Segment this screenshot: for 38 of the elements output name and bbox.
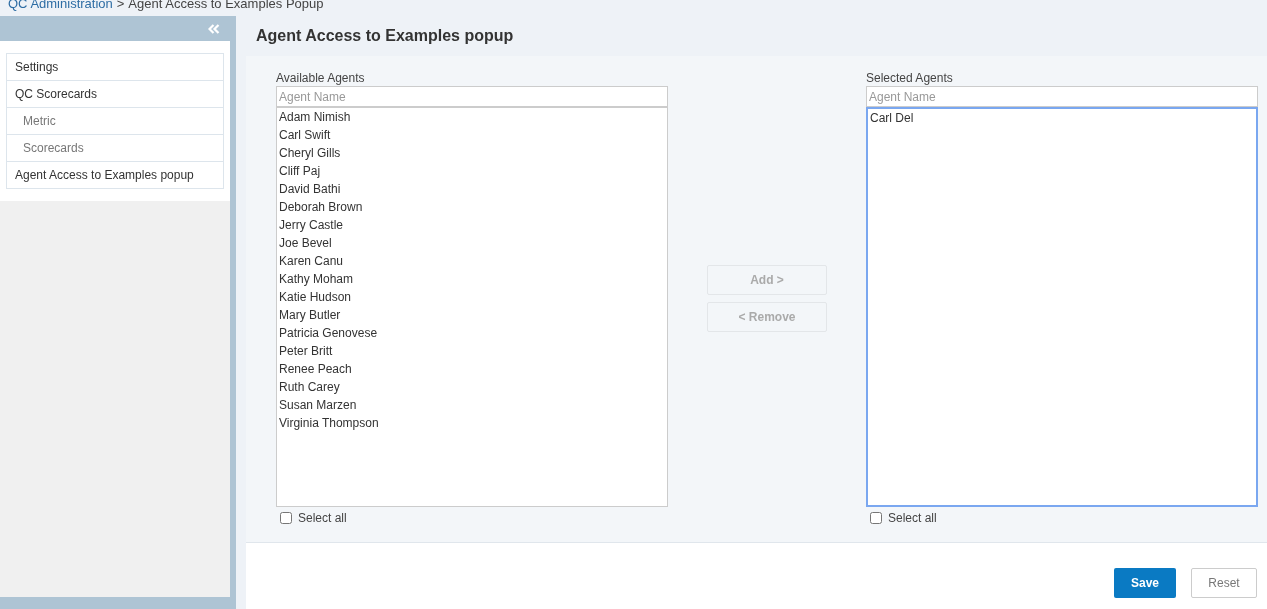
agent-item[interactable]: Carl Swift (277, 126, 667, 144)
agent-item[interactable]: Virginia Thompson (277, 414, 667, 432)
agent-list[interactable]: Carl Del (866, 107, 1258, 507)
select-all-label: Select all (298, 510, 347, 527)
agent-item[interactable]: Katie Hudson (277, 288, 667, 306)
sidebar-item[interactable]: Agent Access to Examples popup (6, 161, 224, 189)
agent-item[interactable]: David Bathi (277, 180, 667, 198)
sidebar-item[interactable]: QC Scorecards (6, 80, 224, 108)
agent-item[interactable]: Mary Butler (277, 306, 667, 324)
page-title: Agent Access to Examples popup (256, 26, 514, 46)
search-field[interactable]: Agent Name (276, 86, 668, 107)
select-all-checkbox[interactable] (870, 512, 882, 524)
agent-item[interactable]: Kathy Moham (277, 270, 667, 288)
list-label: Available Agents (276, 70, 366, 86)
agent-item[interactable]: Renee Peach (277, 360, 667, 378)
breadcrumb-separator: > (116, 0, 125, 13)
agent-item[interactable]: Carl Del (868, 109, 1256, 127)
agent-item[interactable]: Susan Marzen (277, 396, 667, 414)
sidebar-subitem[interactable]: Scorecards (6, 134, 224, 162)
agent-item[interactable]: Ruth Carey (277, 378, 667, 396)
agent-item[interactable]: Adam Nimish (277, 108, 667, 126)
select-all-checkbox[interactable] (280, 512, 292, 524)
agent-list[interactable] (276, 107, 668, 507)
agent-item[interactable]: Karen Canu (277, 252, 667, 270)
list-label: Selected Agents (866, 70, 954, 86)
save-button[interactable]: Save (1114, 568, 1176, 598)
agent-item[interactable]: Deborah Brown (277, 198, 667, 216)
reset-button[interactable]: Reset (1191, 568, 1257, 598)
sidebar-subitem[interactable]: Metric (6, 107, 224, 135)
search-field[interactable]: Agent Name (866, 86, 1258, 107)
sidebar-item[interactable]: Settings (6, 53, 224, 81)
agent-item[interactable]: Cheryl Gills (277, 144, 667, 162)
agent-item[interactable]: Cliff Paj (277, 162, 667, 180)
agent-item[interactable]: Joe Bevel (277, 234, 667, 252)
agent-item[interactable]: Peter Britt (277, 342, 667, 360)
select-all-label: Select all (888, 510, 937, 527)
agent-item[interactable]: Patricia Genovese (277, 324, 667, 342)
agent-item[interactable]: Jerry Castle (277, 216, 667, 234)
